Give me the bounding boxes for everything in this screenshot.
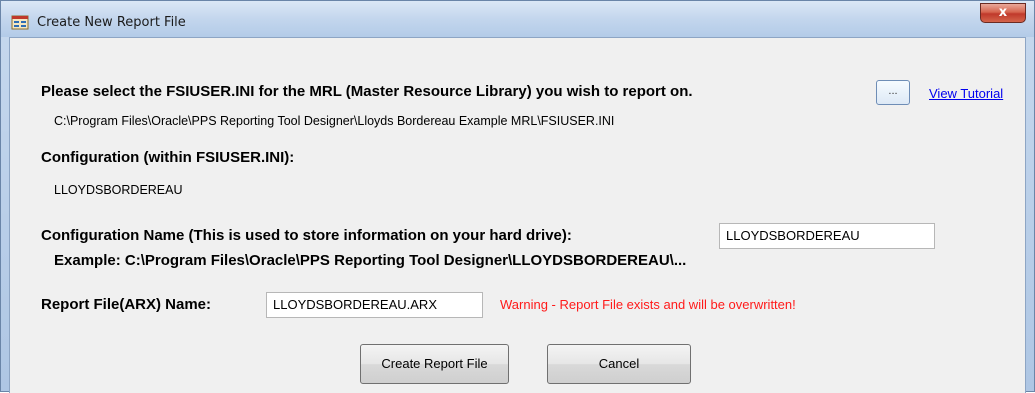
mrl-prompt-label: Please select the FSIUSER.INI for the MR… bbox=[41, 83, 693, 100]
cancel-button[interactable]: Cancel bbox=[547, 344, 691, 384]
cancel-button-label: Cancel bbox=[598, 356, 640, 371]
browse-button-label: ... bbox=[888, 85, 898, 97]
overwrite-warning: Warning - Report File exists and will be… bbox=[500, 297, 796, 312]
close-button[interactable]: x bbox=[980, 3, 1026, 23]
configuration-value: LLOYDSBORDEREAU bbox=[54, 183, 183, 197]
configuration-name-label: Configuration Name (This is used to stor… bbox=[41, 227, 572, 244]
report-file-label: Report File(ARX) Name: bbox=[41, 296, 212, 313]
close-icon: x bbox=[998, 5, 1008, 20]
view-tutorial-link[interactable]: View Tutorial bbox=[929, 86, 1003, 101]
window-title: Create New Report File bbox=[37, 15, 186, 30]
browse-button[interactable]: ... bbox=[876, 80, 910, 105]
create-report-file-button[interactable]: Create Report File bbox=[360, 344, 509, 384]
mrl-path-text: C:\Program Files\Oracle\PPS Reporting To… bbox=[54, 114, 615, 128]
configuration-label: Configuration (within FSIUSER.INI): bbox=[41, 149, 295, 166]
configuration-name-example: Example: C:\Program Files\Oracle\PPS Rep… bbox=[54, 252, 687, 269]
configuration-name-input[interactable]: LLOYDSBORDEREAU bbox=[719, 223, 935, 249]
dialog-window: Create New Report File x Please select t… bbox=[0, 0, 1035, 393]
report-file-input[interactable]: LLOYDSBORDEREAU.ARX bbox=[266, 292, 483, 318]
create-button-label: Create Report File bbox=[381, 356, 488, 371]
dialog-body: Please select the FSIUSER.INI for the MR… bbox=[9, 37, 1026, 393]
title-bar[interactable]: Create New Report File x bbox=[1, 1, 1034, 37]
report-file-icon bbox=[11, 14, 29, 30]
